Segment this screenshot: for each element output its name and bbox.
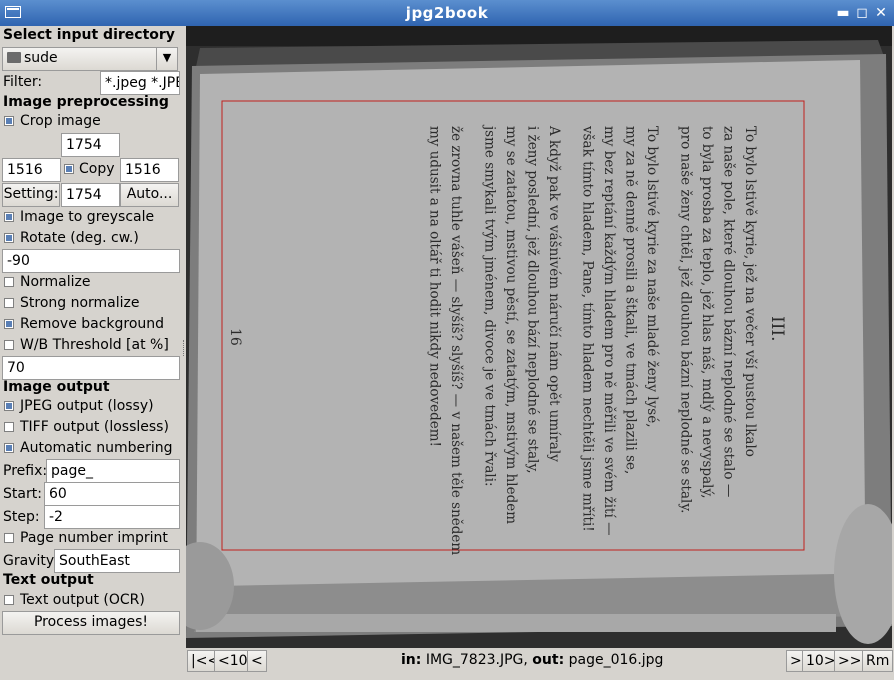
rotate-input[interactable]: -90 <box>2 249 180 273</box>
setting-button[interactable]: Setting: <box>2 183 60 207</box>
greyscale-checkbox[interactable] <box>4 212 14 222</box>
status-in-label: in: <box>401 652 422 668</box>
normalize-label: Normalize <box>20 274 91 290</box>
page-text-line: i ženy poslední, jež dlouhou bází neplod… <box>525 126 541 474</box>
crop-image-checkbox[interactable] <box>4 116 14 126</box>
window-title: jpg2book <box>405 4 489 22</box>
maximize-icon[interactable]: ◻ <box>853 4 871 22</box>
folder-icon <box>7 52 21 63</box>
page-text-line: pro naše ženy chtěl, jež dlouhou bázní n… <box>678 126 694 513</box>
crop-top-input[interactable]: 1754 <box>61 133 120 157</box>
tiff-output-label: TIFF output (lossless) <box>20 419 169 435</box>
page-photo: To bylo lstivě kyrie, jež na večer vší p… <box>186 26 892 648</box>
back-10-button[interactable]: <10 <box>214 650 252 672</box>
crop-left-input[interactable]: 1516 <box>2 158 61 182</box>
image-viewer: To bylo lstivě kyrie, jež na večer vší p… <box>186 26 892 648</box>
page-text-line: to byla prosba za teplo, jež hlas náš, m… <box>699 126 715 499</box>
step-label: Step: <box>3 509 40 525</box>
page-text-line: To bylo lstivě kyrie, jež na večer vší p… <box>742 126 758 457</box>
previous-image-button[interactable]: < <box>247 650 267 672</box>
navigation-bar: |<< <10 < in: IMG_7823.JPG, out: page_01… <box>186 648 894 678</box>
copy-checkbox[interactable] <box>64 164 74 174</box>
page-number-imprint-checkbox[interactable] <box>4 533 14 543</box>
filter-input[interactable]: *.jpeg *.JPEG <box>100 71 180 95</box>
prefix-label: Prefix: <box>3 463 48 479</box>
crop-image-label: Crop image <box>20 113 101 129</box>
preprocessing-header: Image preprocessing <box>3 94 169 110</box>
prefix-input[interactable]: page_ <box>46 459 180 483</box>
status-in-value: IMG_7823.JPG, <box>425 652 528 668</box>
title-bar: jpg2book ▬ ◻ ✕ <box>0 0 894 26</box>
threshold-input[interactable]: 70 <box>2 356 180 380</box>
strong-normalize-label: Strong normalize <box>20 295 140 311</box>
minimize-icon[interactable]: ▬ <box>834 4 852 22</box>
text-output-header: Text output <box>3 572 94 588</box>
page-text-line: my udusit a na oltář ti hodit nikdy nedo… <box>427 126 443 447</box>
page-number-imprint-label: Page number imprint <box>20 530 168 546</box>
chapter-number: III. <box>767 316 787 342</box>
page-text-line: A když pak ve vášnivém náručí nám opět u… <box>546 125 562 462</box>
step-input[interactable]: -2 <box>44 505 180 529</box>
rotate-label: Rotate (deg. cw.) <box>20 230 139 246</box>
start-input[interactable]: 60 <box>44 482 180 506</box>
chevron-down-icon: ▼ <box>156 48 177 70</box>
gravity-input[interactable]: SouthEast <box>54 549 180 573</box>
settings-panel: Select input directory sude ▼ Filter: *.… <box>0 26 183 680</box>
input-directory-header: Select input directory <box>3 27 175 43</box>
remove-image-button[interactable]: Rm <box>862 650 894 672</box>
jpeg-output-label: JPEG output (lossy) <box>20 398 154 414</box>
page-text-line: jsme smykali tvým jménem, divoce je ve t… <box>482 124 498 487</box>
page-text-line: že zrovna tuhle vášeň — slyšíš? slyšíš? … <box>448 126 464 555</box>
start-label: Start: <box>3 486 42 502</box>
status-out-label: out: <box>532 652 565 668</box>
jpeg-output-checkbox[interactable] <box>4 401 14 411</box>
close-icon[interactable]: ✕ <box>872 4 890 22</box>
threshold-label: W/B Threshold [at %] <box>20 337 169 353</box>
threshold-checkbox[interactable] <box>4 340 14 350</box>
auto-button[interactable]: Auto... <box>120 183 179 207</box>
strong-normalize-checkbox[interactable] <box>4 298 14 308</box>
ocr-label: Text output (OCR) <box>20 592 145 608</box>
filter-label: Filter: <box>3 74 43 90</box>
page-text-line: my se zatatou, mstivou pěstí, se zatatým… <box>503 126 519 524</box>
image-output-header: Image output <box>3 379 110 395</box>
copy-label: Copy <box>79 161 115 177</box>
page-text-line: my bez reptání každým hladem pro ně měři… <box>601 126 617 536</box>
page-number: 16 <box>227 328 243 346</box>
remove-background-label: Remove background <box>20 316 165 332</box>
rotate-checkbox[interactable] <box>4 233 14 243</box>
gravity-label: Gravity: <box>3 553 58 569</box>
page-text-line: však tímto hladem, Pane, tímto hladem ne… <box>580 125 596 532</box>
automatic-numbering-checkbox[interactable] <box>4 443 14 453</box>
directory-value: sude <box>24 50 58 66</box>
ocr-checkbox[interactable] <box>4 595 14 605</box>
process-images-button[interactable]: Process images! <box>2 611 180 635</box>
crop-bottom-input[interactable]: 1754 <box>61 183 120 207</box>
remove-background-checkbox[interactable] <box>4 319 14 329</box>
page-text-line: To bylo lstivé kyrie za naše mladé ženy … <box>644 126 660 428</box>
tiff-output-checkbox[interactable] <box>4 422 14 432</box>
automatic-numbering-label: Automatic numbering <box>20 440 173 456</box>
greyscale-label: Image to greyscale <box>20 209 155 225</box>
crop-right-input[interactable]: 1516 <box>120 158 179 182</box>
normalize-checkbox[interactable] <box>4 277 14 287</box>
status-text: in: IMG_7823.JPG, out: page_016.jpg <box>401 652 663 668</box>
directory-select[interactable]: sude ▼ <box>2 47 178 71</box>
page-text-line: za naše pole, které dlouhou bázní neplod… <box>721 126 737 497</box>
page-text-line: my za ně denně prosili a štkali, ve tmác… <box>623 126 639 474</box>
status-out-value: page_016.jpg <box>568 652 664 668</box>
